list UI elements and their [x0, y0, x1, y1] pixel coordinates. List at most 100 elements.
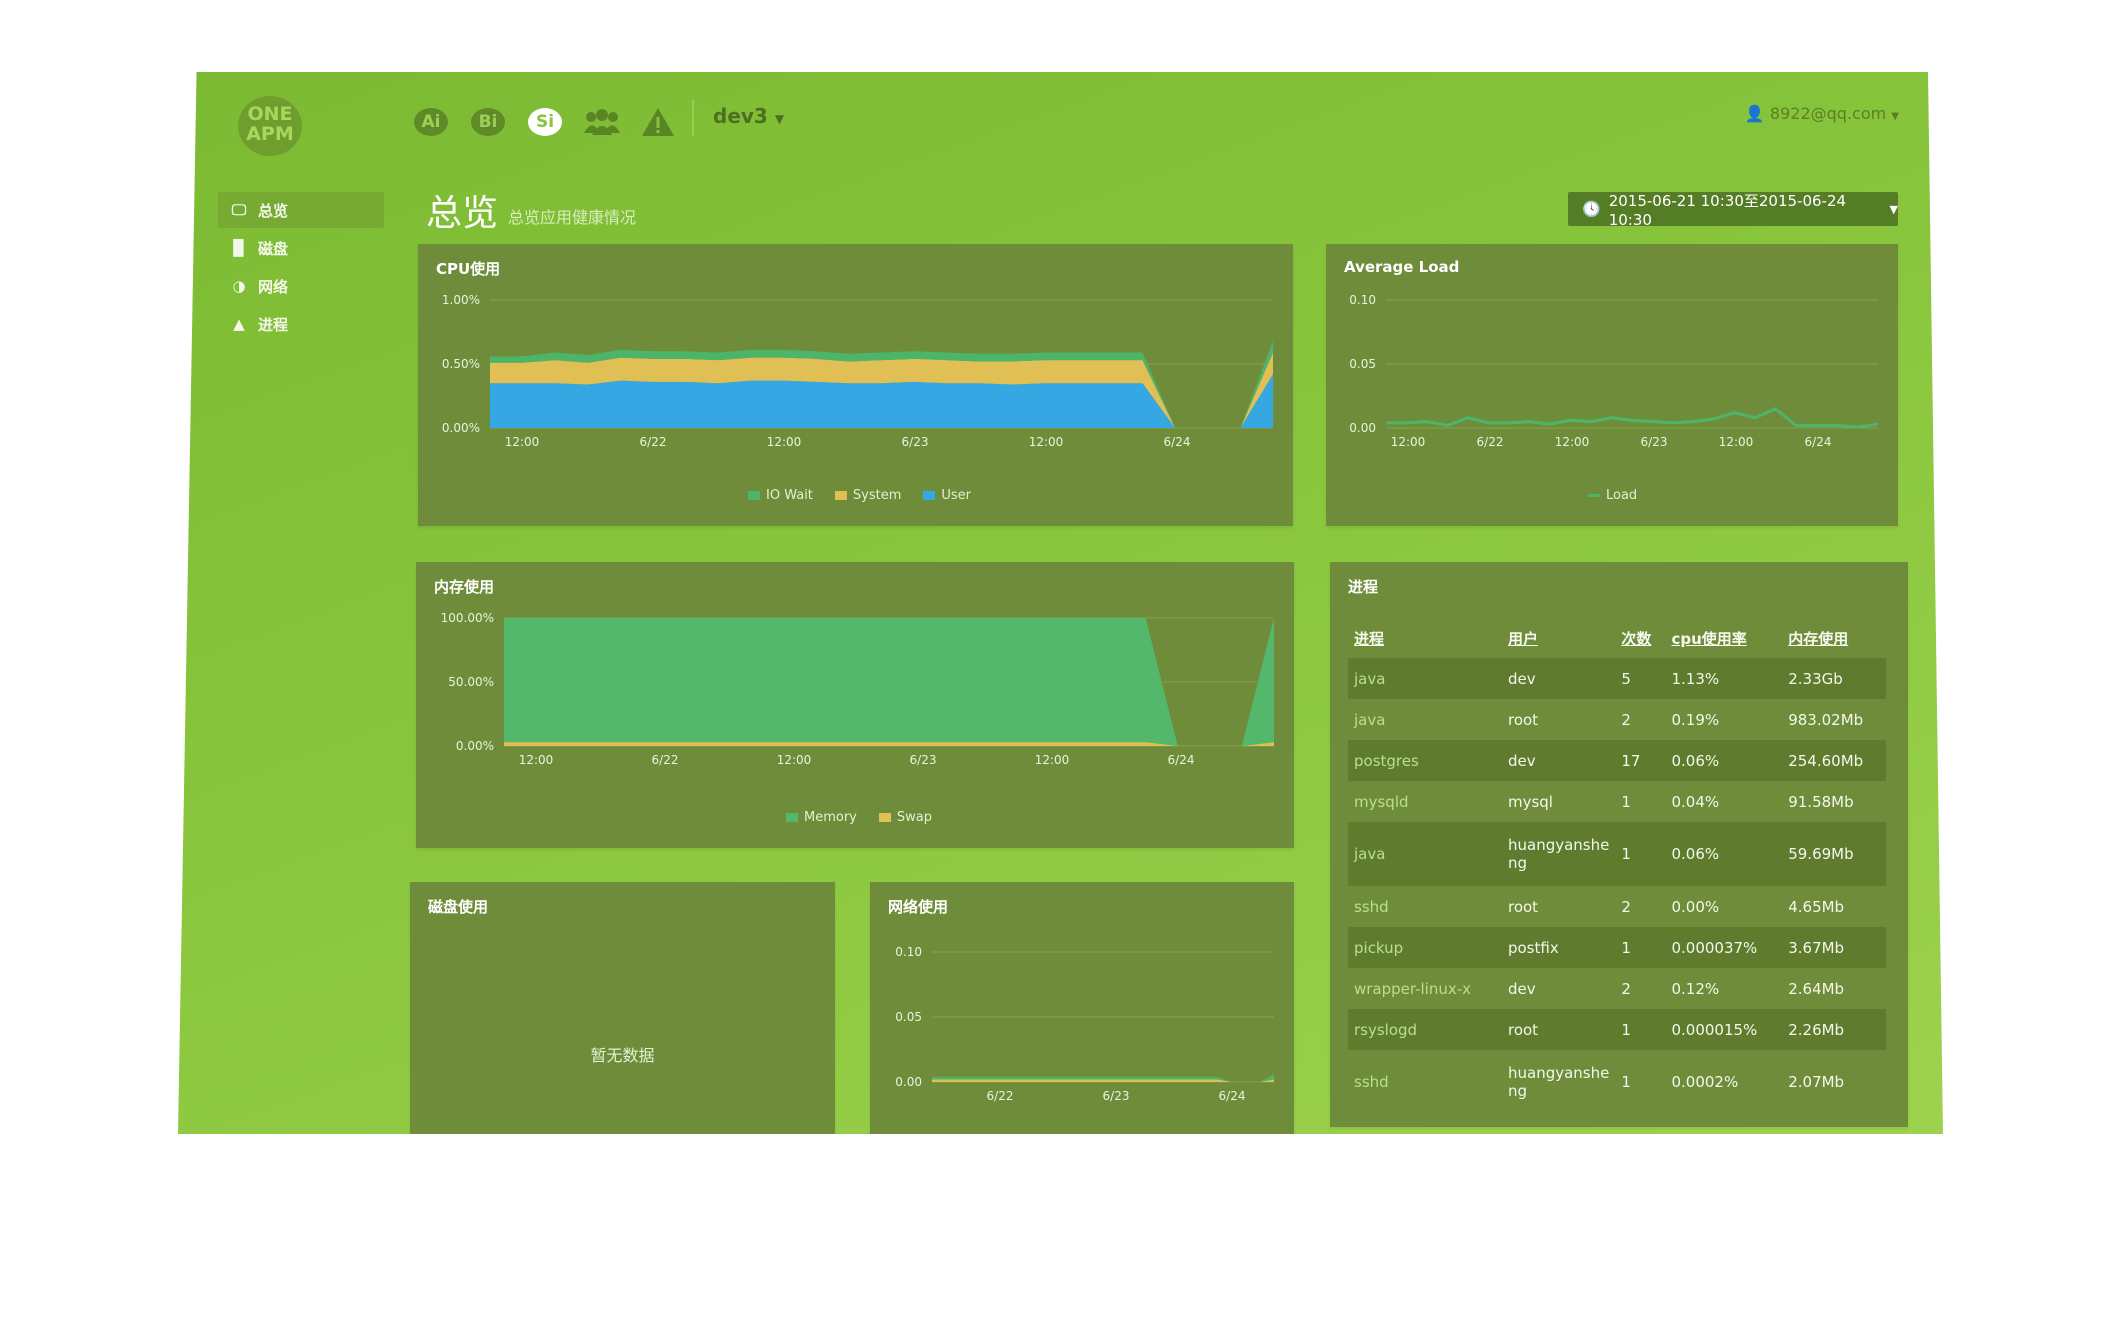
process-name-link[interactable]: postgres [1348, 740, 1502, 781]
table-row: mysqld mysql 1 0.04% 91.58Mb [1348, 781, 1886, 822]
process-name-link[interactable]: rsyslogd [1348, 1009, 1502, 1050]
x-tick-label: 12:00 [1035, 753, 1070, 767]
sidebar-item-label: 总览 [258, 201, 289, 220]
table-row: sshd huangyanshe ng 1 0.0002% 2.07Mb [1348, 1050, 1886, 1114]
sidebar-item-overview[interactable]: 🖵 总览 [218, 192, 384, 228]
si-product-button[interactable]: Si [525, 102, 565, 142]
alerts-button[interactable] [638, 102, 678, 142]
load-panel-title: Average Load [1344, 258, 1460, 276]
legend-label: Swap [896, 810, 932, 825]
x-tick-label: 6/23 [902, 435, 929, 449]
sidebar-item-network[interactable]: ◑ 网络 [218, 268, 384, 304]
load-legend: Load [1588, 488, 1637, 503]
legend-label: User [941, 488, 972, 503]
y-tick-label: 0.05 [1349, 357, 1376, 371]
memory-legend: Memory Swap [786, 810, 932, 825]
y-tick-label: 0.10 [1349, 293, 1376, 307]
column-header-user[interactable]: 用户 [1502, 618, 1615, 658]
cell-user: mysql [1507, 792, 1553, 811]
cell-memory: 3.67Mb [1782, 927, 1886, 968]
si-badge: Si [528, 108, 562, 136]
cell-memory: 91.58Mb [1788, 792, 1854, 811]
cell-count: 17 [1615, 740, 1666, 781]
cpu-chart: 1.00% 0.50% 0.00% 12:00 6/22 12:00 6/23 12:00 6/… [442, 293, 1273, 449]
cell-cpu: 0.000015% [1665, 1009, 1783, 1050]
memory-chart: 100.00% 50.00% 0.00% 12:00 6/22 12:00 6/23 12:0… [441, 611, 1274, 767]
process-name-link[interactable]: pickup [1348, 927, 1502, 968]
date-range-picker[interactable]: 🕓 2015-06-21 10:30至2015-06-24 10:30 ▼ [1568, 191, 1898, 229]
cell-user: root [1507, 710, 1539, 729]
process-table: 进程 用户 次数 cpu使用率 内存使用 java dev 5 1.13% 2.… [1348, 618, 1886, 1114]
y-tick-label: 50.00% [448, 675, 494, 689]
x-tick-label: 6/24 [1219, 1089, 1246, 1103]
sidebar-item-label: 磁盘 [258, 239, 289, 258]
memory-panel: 内存使用 100.00% 50.00% 0.00% 12:00 6/22 12:00 6/2… [416, 562, 1294, 848]
sidebar-item-disk[interactable]: ▉ 磁盘 [218, 230, 384, 266]
y-tick-label: 0.05 [895, 1010, 922, 1024]
process-name-link[interactable]: wrapper-linux-x [1348, 968, 1502, 1009]
legend-swatch [878, 813, 891, 822]
cell-memory: 2.26Mb [1782, 1009, 1886, 1050]
process-name-link[interactable]: java [1348, 658, 1502, 699]
cell-cpu: 1.13% [1665, 658, 1783, 699]
process-name-link[interactable]: java [1348, 822, 1502, 886]
cell-user: root [1507, 897, 1539, 916]
legend-item-load[interactable]: Load [1588, 488, 1637, 503]
user-menu[interactable]: 👤 8922@qq.com ▼ [1745, 104, 1899, 123]
legend-item-system[interactable]: System [834, 488, 901, 503]
x-tick-label: 12:00 [1555, 435, 1590, 449]
cell-user: dev [1507, 979, 1536, 998]
legend-item-iowait[interactable]: IO Wait [748, 488, 813, 503]
cell-memory: 254.60Mb [1782, 740, 1886, 781]
page-title: 总览 [426, 193, 499, 234]
x-tick-label: 12:00 [1391, 435, 1426, 449]
network-panel: 网络使用 0.10 0.05 0.00 6/22 6/23 6/24 [870, 882, 1294, 1134]
bi-product-button[interactable]: Bi [468, 102, 508, 142]
chevron-down-icon: ▼ [774, 112, 785, 126]
oneapm-logo[interactable]: ONE APM [238, 96, 302, 156]
cell-cpu: 0.000037% [1665, 927, 1783, 968]
load-chart: 0.10 0.05 0.00 12:00 6/22 12:00 6/23 12:00 6/24 [1349, 293, 1879, 449]
process-name-link[interactable]: java [1348, 699, 1502, 740]
process-name-link[interactable]: mysqld [1348, 781, 1502, 822]
cell-memory: 2.07Mb [1788, 1073, 1845, 1091]
table-row: java huangyanshe ng 1 0.06% 59.69Mb [1348, 822, 1886, 886]
legend-item-user[interactable]: User [923, 488, 971, 503]
column-header-memory[interactable]: 内存使用 [1782, 618, 1886, 658]
sidebar-item-label: 进程 [258, 315, 289, 334]
ai-product-button[interactable]: Ai [411, 102, 451, 142]
cpu-panel: CPU使用 1.00% 0.50% 0.00% 12:00 6/22 12:00 6/23 1… [418, 244, 1293, 526]
network-chart: 0.10 0.05 0.00 6/22 6/23 6/24 [895, 945, 1274, 1103]
date-range-label: 2015-06-21 10:30至2015-06-24 10:30 [1608, 191, 1847, 229]
legend-item-swap[interactable]: Swap [878, 810, 932, 825]
cell-count: 1 [1615, 927, 1666, 968]
process-panel: 进程 进程 用户 次数 cpu使用率 内存使用 java dev 5 1.13%… [1330, 562, 1908, 1127]
x-tick-label: 12:00 [1719, 435, 1754, 449]
users-button[interactable] [582, 102, 622, 142]
x-tick-label: 6/23 [1641, 435, 1668, 449]
y-tick-label: 100.00% [441, 611, 494, 625]
cell-cpu: 0.12% [1671, 979, 1720, 998]
network-panel-title: 网络使用 [888, 898, 949, 916]
sidebar-item-process[interactable]: ▲ 进程 [218, 306, 384, 342]
process-name-link[interactable]: sshd [1348, 886, 1502, 927]
y-tick-label: 0.00% [442, 421, 480, 435]
cell-memory: 2.33Gb [1782, 658, 1886, 699]
cell-cpu: 0.06% [1665, 740, 1783, 781]
cell-count: 1 [1621, 792, 1631, 811]
x-tick-label: 6/24 [1164, 435, 1191, 449]
table-row: postgres dev 17 0.06% 254.60Mb [1348, 740, 1886, 781]
disk-panel-title: 磁盘使用 [428, 898, 489, 916]
process-name-link[interactable]: sshd [1348, 1050, 1502, 1114]
legend-swatch [923, 491, 936, 500]
column-header-cpu[interactable]: cpu使用率 [1665, 618, 1782, 658]
env-selector[interactable]: dev3 ▼ [713, 104, 784, 128]
column-header-process[interactable]: 进程 [1348, 618, 1502, 658]
user-icon: 👤 [1744, 104, 1765, 123]
legend-item-memory[interactable]: Memory [786, 810, 857, 825]
table-row: java dev 5 1.13% 2.33Gb [1348, 658, 1886, 699]
column-header-count[interactable]: 次数 [1615, 618, 1665, 658]
x-tick-label: 12:00 [1029, 435, 1064, 449]
table-row: sshd root 2 0.00% 4.65Mb [1348, 886, 1886, 927]
y-tick-label: 0.00 [895, 1075, 922, 1089]
